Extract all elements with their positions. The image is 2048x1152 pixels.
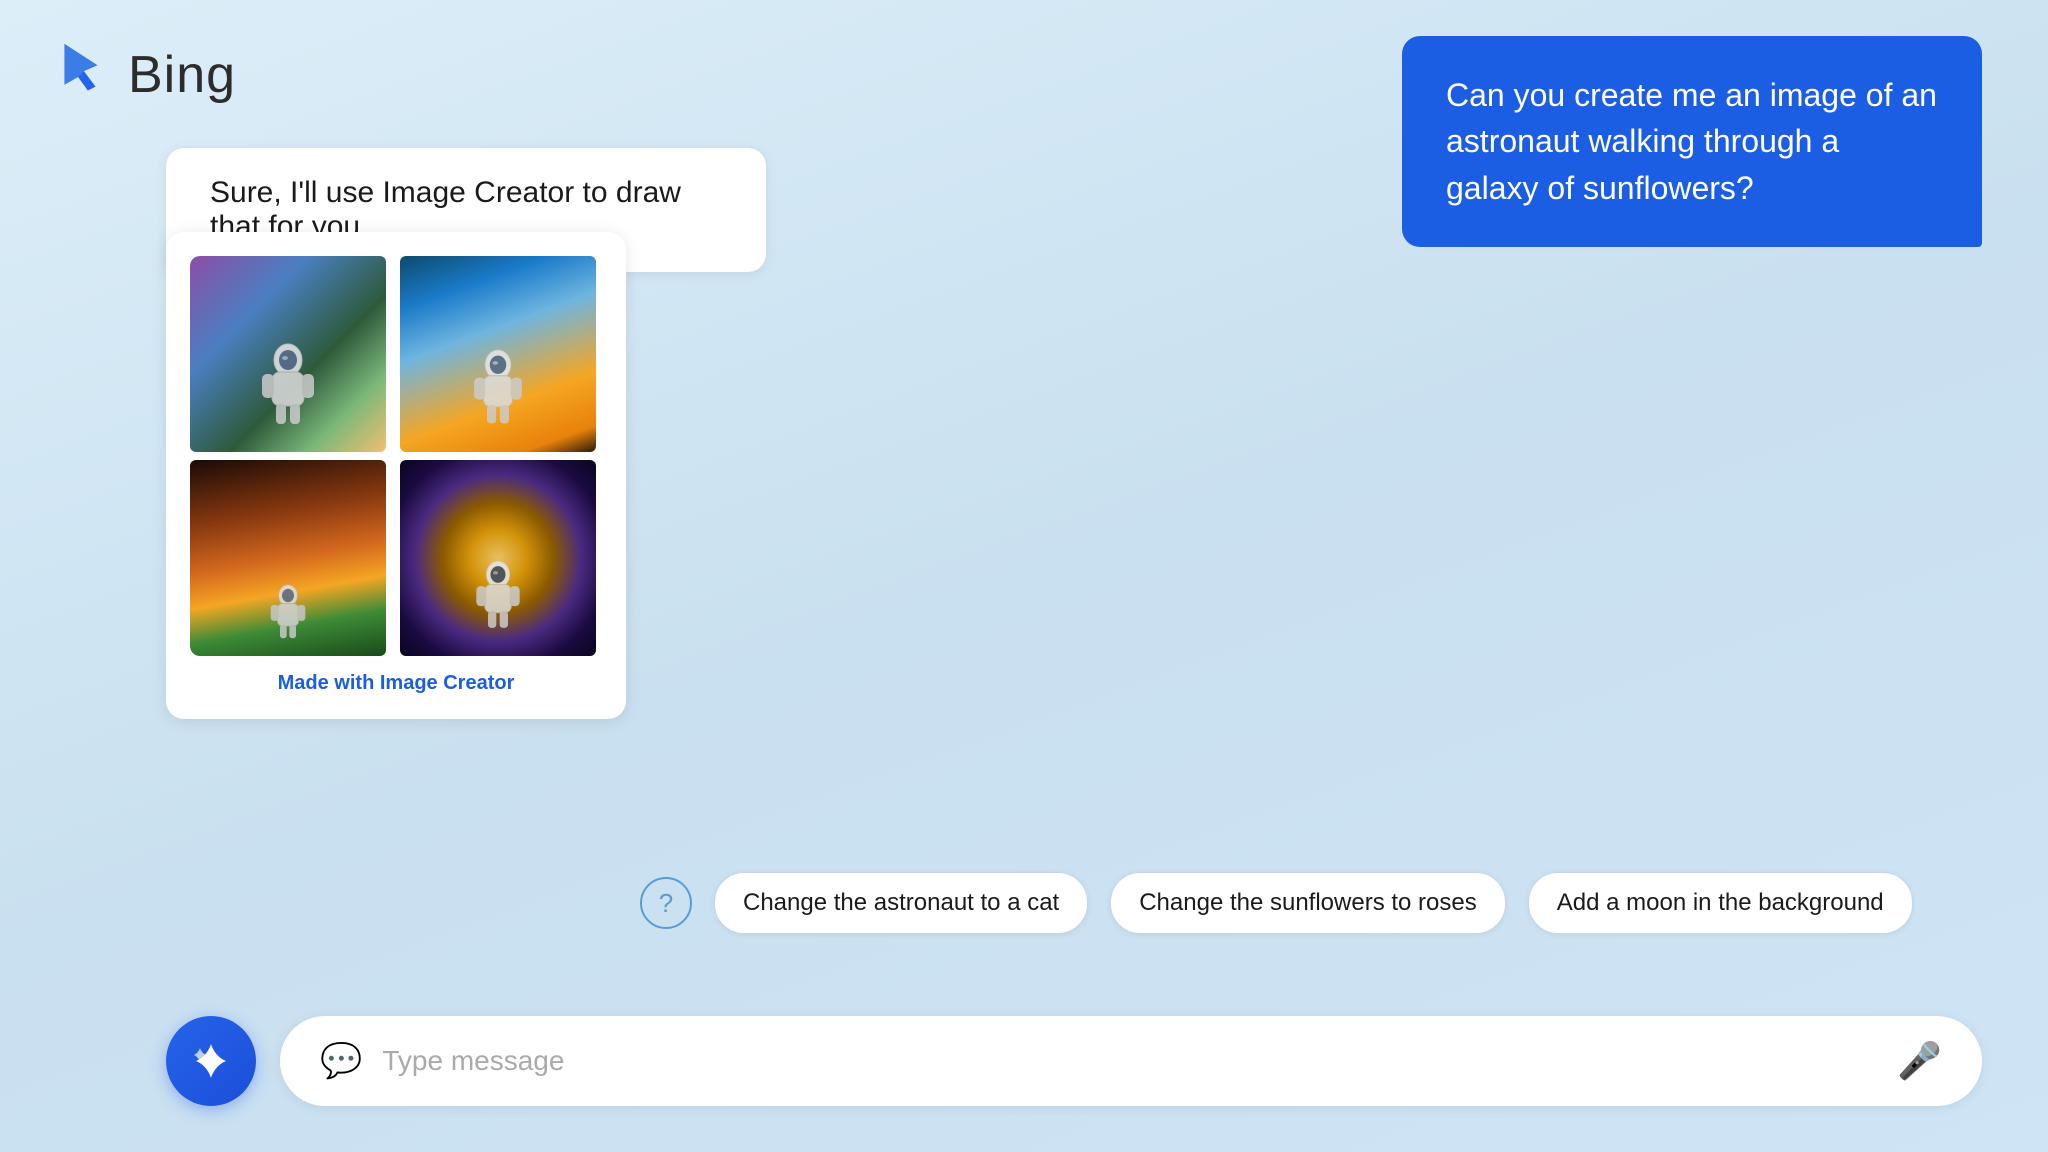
suggestion-chip-2[interactable]: Change the sunflowers to roses bbox=[1110, 872, 1506, 934]
app-container: Bing Can you create me an image of an as… bbox=[0, 0, 2048, 1152]
image-credit: Made with Image Creator bbox=[190, 672, 602, 695]
generated-image-3[interactable] bbox=[190, 460, 386, 656]
generated-image-1[interactable] bbox=[190, 256, 386, 452]
suggestion-chip-1[interactable]: Change the astronaut to a cat bbox=[714, 872, 1088, 934]
image-creator-link[interactable]: Image Creator bbox=[380, 672, 515, 694]
app-title: Bing bbox=[128, 45, 236, 105]
bing-chat-button[interactable] bbox=[166, 1016, 256, 1106]
message-bubble-icon: 💬 bbox=[320, 1041, 362, 1081]
astronaut-figure-1 bbox=[258, 342, 318, 432]
message-input-box[interactable]: 💬 Type message 🎤 bbox=[280, 1016, 1982, 1106]
astronaut-figure-3 bbox=[268, 581, 308, 646]
image-grid-container: Made with Image Creator bbox=[166, 232, 626, 719]
image-grid bbox=[190, 256, 602, 656]
generated-image-4[interactable] bbox=[400, 460, 596, 656]
user-message-bubble: Can you create me an image of an astrona… bbox=[1402, 36, 1982, 247]
suggestion-chip-3[interactable]: Add a moon in the background bbox=[1528, 872, 1913, 934]
suggestion-chips-row: ? Change the astronaut to a cat Change t… bbox=[640, 872, 1913, 934]
bing-logo-icon bbox=[50, 40, 110, 110]
help-icon-button[interactable]: ? bbox=[640, 877, 692, 929]
astronaut-figure-4 bbox=[473, 558, 523, 636]
generated-image-2[interactable] bbox=[400, 256, 596, 452]
microphone-icon[interactable]: 🎤 bbox=[1897, 1040, 1942, 1082]
bing-sparkle-icon bbox=[188, 1038, 234, 1084]
message-input-placeholder[interactable]: Type message bbox=[382, 1045, 1877, 1077]
user-message-text: Can you create me an image of an astrona… bbox=[1446, 77, 1937, 206]
input-area: 💬 Type message 🎤 bbox=[166, 1016, 1982, 1106]
header: Bing bbox=[50, 40, 236, 110]
astronaut-figure-2 bbox=[471, 347, 526, 432]
